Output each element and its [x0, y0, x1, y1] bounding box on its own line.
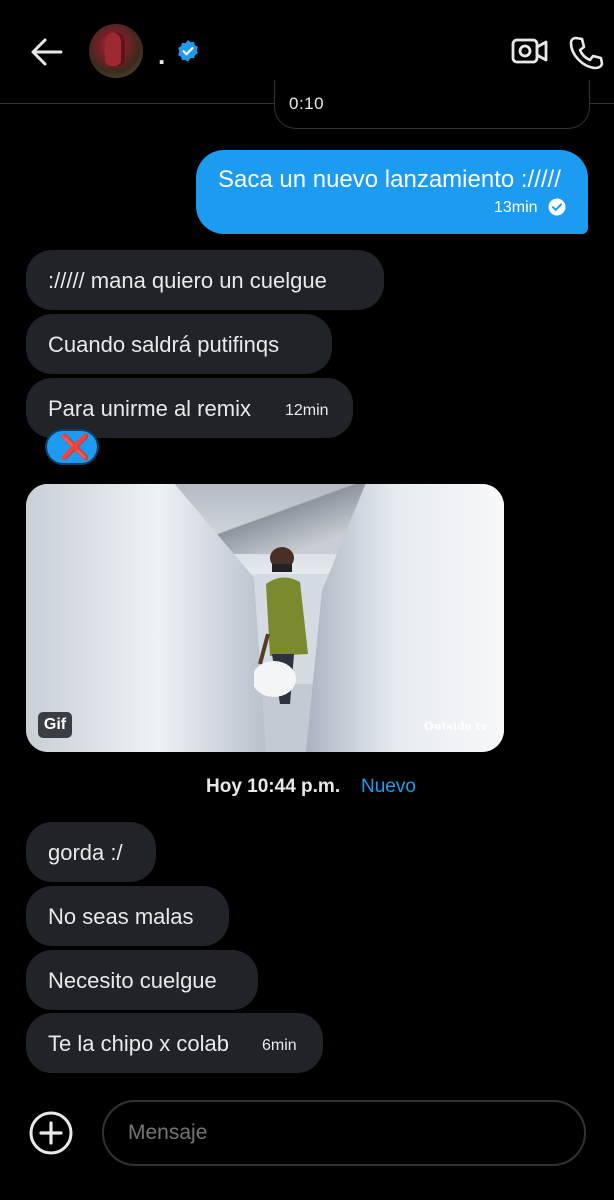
gif-person-shoveling [254, 547, 308, 704]
received-message-text: Necesito cuelgue [48, 968, 217, 993]
gif-badge: Gif [38, 712, 72, 738]
received-message-time: 6min [262, 1037, 297, 1054]
sent-message-time: 13min [494, 199, 538, 216]
video-call-icon[interactable] [511, 36, 549, 66]
contact-name[interactable]: . [158, 40, 165, 71]
verified-badge-icon [178, 40, 198, 62]
received-message-text: No seas malas [48, 904, 194, 929]
gif-message[interactable]: Gif Outside tv [26, 484, 504, 752]
add-attachment-icon[interactable] [28, 1110, 74, 1156]
received-message-text: Cuando saldrá putifinqs [48, 332, 280, 357]
received-message-text: :///// mana quiero un cuelgue [48, 268, 327, 293]
back-arrow-icon[interactable] [28, 34, 64, 70]
gif-watermark: Outside tv [424, 720, 488, 733]
new-messages-label: Nuevo [361, 776, 416, 797]
received-message-text: Para unirme al remix [48, 396, 251, 421]
media-duration: 0:10 [289, 94, 325, 113]
sent-message-text: Saca un nuevo lanzamiento :///// [218, 166, 561, 193]
read-check-icon [548, 198, 566, 216]
avatar[interactable] [89, 24, 143, 78]
received-message-time: 12min [285, 402, 329, 419]
received-message-text: Te la chipo x colab [48, 1031, 229, 1056]
received-message-text: gorda :/ [48, 840, 123, 865]
phone-call-icon[interactable] [568, 34, 604, 70]
message-input[interactable] [128, 1121, 568, 1145]
date-separator: Hoy 10:44 p.m. [206, 776, 341, 797]
reaction-emoji: ❌ [60, 434, 90, 461]
